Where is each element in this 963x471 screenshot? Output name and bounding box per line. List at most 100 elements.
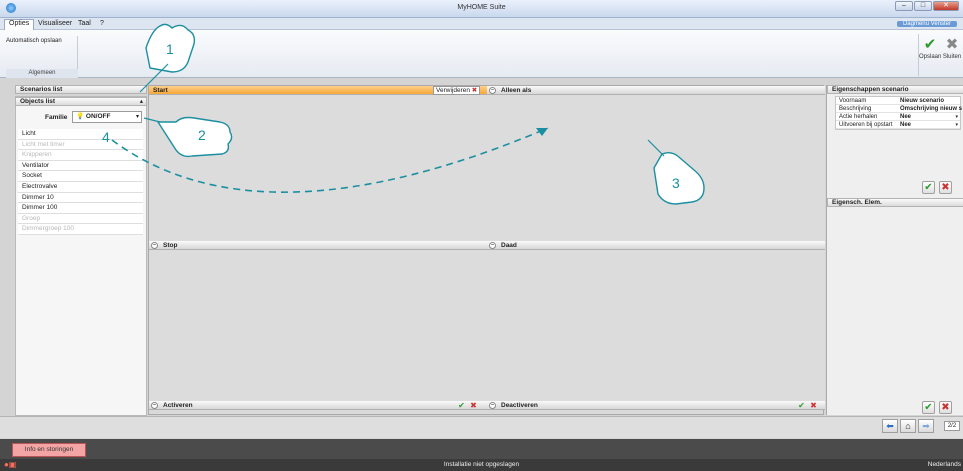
menu-visualiseer[interactable]: Visualiseer xyxy=(38,20,72,27)
toggle-icon[interactable]: – xyxy=(489,87,496,94)
activate-label: Activeren xyxy=(163,402,193,409)
family-label: Familie xyxy=(45,114,68,121)
autosave-option[interactable]: Automatisch opslaan xyxy=(6,38,62,44)
object-item[interactable]: Licht xyxy=(18,129,143,140)
bulb-icon: 💡 xyxy=(76,113,85,120)
element-cancel-button[interactable]: ✖ xyxy=(939,401,952,414)
object-item[interactable]: Ventilator xyxy=(18,160,143,172)
status-bar: ●▣ Installatie niet opgeslagen Nederland… xyxy=(0,459,963,471)
stop-label: Stop xyxy=(163,242,178,249)
activate-confirm-icon[interactable]: ✔ xyxy=(457,401,466,410)
object-item[interactable]: Groep xyxy=(18,213,143,225)
objects-list: Licht Licht met timer Knipperen Ventilator S… xyxy=(18,129,143,235)
object-item[interactable]: Dimmer 100 xyxy=(18,203,143,214)
property-row[interactable]: Beschrijving Omschrijving nieuw s xyxy=(836,105,962,113)
save-button[interactable]: ✔ Opslaan xyxy=(919,36,941,60)
start-section[interactable]: Start Verwijderen ✖ xyxy=(149,86,487,241)
object-item[interactable]: Knipperen xyxy=(18,150,143,161)
menu-bar: Opties Visualiseer Taal ? Dagmenu Venste… xyxy=(0,18,963,30)
objects-list-title: Objects list xyxy=(20,98,56,105)
activate-cancel-icon[interactable]: ✖ xyxy=(469,401,478,410)
family-row: Familie 💡 ON/OFF ▾ xyxy=(16,109,146,125)
window-controls: – □ ✕ xyxy=(895,1,959,11)
family-select[interactable]: 💡 ON/OFF ▾ xyxy=(72,111,142,123)
action-header: – Daad xyxy=(487,241,825,250)
object-item[interactable]: Electrovalve xyxy=(18,181,143,193)
family-value: ON/OFF xyxy=(85,113,111,120)
maximize-button[interactable]: □ xyxy=(914,1,932,11)
menu-help[interactable]: ? xyxy=(100,20,104,27)
ribbon xyxy=(0,30,963,78)
ribbon-group-general: Automatisch opslaan Algemeen xyxy=(6,36,78,78)
only-if-section[interactable]: – Alleen als xyxy=(487,86,825,241)
object-item[interactable]: Dimmergroep 100 xyxy=(18,224,143,235)
properties-panel: Eigenschappen scenario Voornaam Nieuw sce… xyxy=(826,85,963,415)
deactivate-cancel-icon[interactable]: ✖ xyxy=(809,401,818,410)
ribbon-actions: ✔ Opslaan ✖ Sluiten xyxy=(918,34,962,76)
only-if-label: Alleen als xyxy=(501,87,532,94)
close-window-button[interactable]: ✕ xyxy=(933,1,959,11)
scenarios-list-header[interactable]: Scenarios list xyxy=(15,85,147,94)
close-label: Sluiten xyxy=(942,54,962,60)
back-arrow-icon[interactable]: ⬅ xyxy=(882,419,898,433)
scenario-canvas[interactable]: Start Verwijderen ✖ – Alleen als – Stop … xyxy=(148,85,825,415)
toggle-icon[interactable]: – xyxy=(489,402,496,409)
menu-opties[interactable]: Opties xyxy=(4,19,35,30)
home-icon[interactable]: ⌂ xyxy=(900,419,916,433)
objects-panel: Objects list ▴ Familie 💡 ON/OFF ▾ Licht L… xyxy=(15,96,147,416)
property-label: Voornaam xyxy=(839,98,867,104)
ribbon-group-label: Algemeen xyxy=(6,69,78,78)
properties-cancel-button[interactable]: ✖ xyxy=(939,181,952,194)
collapse-icon[interactable]: ▴ xyxy=(140,98,143,105)
chevron-down-icon[interactable]: ▾ xyxy=(955,113,958,121)
object-item[interactable]: Dimmer 10 xyxy=(18,192,143,204)
window-title: MyHOME Suite xyxy=(457,4,506,11)
save-label: Opslaan xyxy=(919,54,942,60)
chevron-down-icon: ▾ xyxy=(135,114,139,120)
cross-icon: ✖ xyxy=(945,36,959,53)
properties-table: Voornaam Nieuw scenario Beschrijving Omschr… xyxy=(835,96,962,130)
property-value[interactable]: Nee xyxy=(900,121,911,129)
chevron-down-icon[interactable]: ▾ xyxy=(955,121,958,129)
toggle-icon[interactable]: – xyxy=(489,242,496,249)
activate-header: – Activeren xyxy=(149,401,487,410)
property-label: Actie herhalen xyxy=(839,114,878,120)
scenario-properties-header: Eigenschappen scenario xyxy=(827,85,963,94)
info-bar xyxy=(0,439,963,459)
element-ok-button[interactable]: ✔ xyxy=(922,401,935,414)
forward-arrow-icon[interactable]: ➡ xyxy=(918,419,934,433)
delete-label: Verwijderen xyxy=(436,87,470,94)
info-tab[interactable]: Info en storingen xyxy=(12,443,86,457)
object-item[interactable]: Socket xyxy=(18,171,143,182)
action-label: Daad xyxy=(501,242,517,249)
object-item[interactable]: Licht met timer xyxy=(18,139,143,151)
toggle-icon[interactable]: – xyxy=(151,402,158,409)
action-section[interactable]: – Daad xyxy=(487,241,825,401)
status-text: Installatie niet opgeslagen xyxy=(443,461,520,468)
window-menu-label[interactable]: Dagmenu Venster xyxy=(896,21,957,27)
deactivate-header: – Deactiveren xyxy=(487,401,825,410)
menu-taal[interactable]: Taal xyxy=(78,20,91,27)
property-row[interactable]: Voornaam Nieuw scenario xyxy=(836,97,960,105)
close-button[interactable]: ✖ Sluiten xyxy=(941,36,963,60)
page-indicator: 2/2 xyxy=(944,421,960,431)
properties-ok-button[interactable]: ✔ xyxy=(922,181,935,194)
navigation-bar xyxy=(0,416,963,438)
property-value[interactable]: Nieuw scenario xyxy=(900,97,944,105)
stop-section[interactable]: – Stop xyxy=(149,241,487,401)
minimize-button[interactable]: – xyxy=(895,1,913,11)
property-value[interactable]: Omschrijving nieuw s xyxy=(900,105,962,113)
objects-list-header[interactable]: Objects list ▴ xyxy=(15,97,147,106)
property-row[interactable]: Uitvoeren bij opstart Nee ▾ xyxy=(836,121,960,129)
property-value[interactable]: Nee xyxy=(900,113,911,121)
property-row[interactable]: Actie herhalen Nee ▾ xyxy=(836,113,960,121)
delete-button[interactable]: Verwijderen ✖ xyxy=(433,86,481,95)
property-label: Uitvoeren bij opstart xyxy=(839,122,893,128)
element-properties-header: Eigensch. Elem. xyxy=(827,198,963,207)
toggle-icon[interactable]: – xyxy=(151,242,158,249)
language-indicator[interactable]: Nederlands xyxy=(928,461,961,468)
property-label: Beschrijving xyxy=(839,106,872,112)
deactivate-confirm-icon[interactable]: ✔ xyxy=(797,401,806,410)
delete-icon: ✖ xyxy=(471,87,478,94)
stop-header: – Stop xyxy=(149,241,487,250)
